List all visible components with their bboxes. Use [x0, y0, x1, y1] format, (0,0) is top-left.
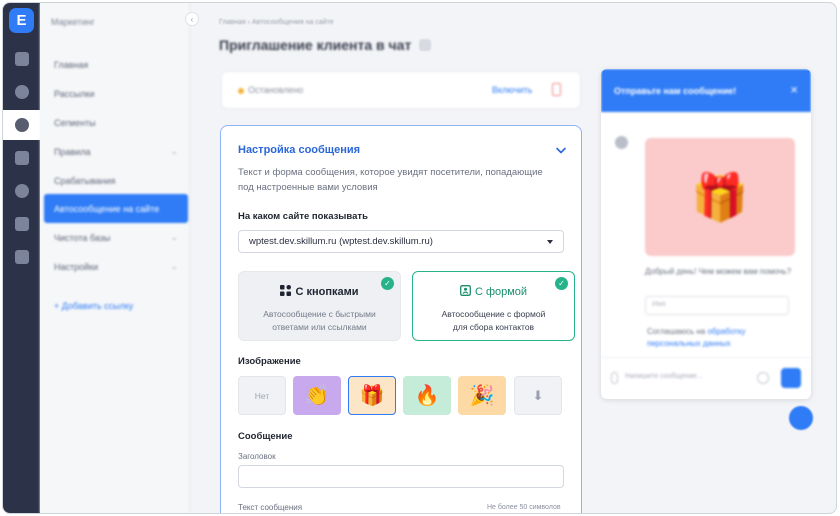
sidebar-item-rules[interactable]: Правила ⌄: [44, 137, 188, 166]
sidebar-item-settings[interactable]: Настройки ⌄: [44, 252, 188, 281]
widget-header: Отправьте нам сообщение! ×: [601, 69, 811, 112]
chevron-down-icon: ⌄: [170, 146, 178, 156]
widget-title: Отправьте нам сообщение!: [614, 86, 737, 96]
edit-title-icon[interactable]: [419, 39, 431, 51]
widget-agree[interactable]: Соглашаюсь на обработку персональных дан…: [647, 326, 795, 350]
trash-icon[interactable]: [552, 83, 561, 96]
chevron-down-icon: ⌄: [170, 261, 178, 271]
target-icon[interactable]: [3, 110, 40, 140]
type-card-buttons[interactable]: С кнопками Автосообщение с быстрыми отве…: [238, 271, 401, 341]
grid-icon: [280, 285, 292, 296]
site-label: На каком сайте показывать: [238, 211, 368, 222]
widget-footer: Напишите сообщение...: [601, 357, 811, 399]
heading-label: Заголовок: [238, 452, 276, 461]
clock-icon[interactable]: [3, 176, 40, 206]
image-option-clap[interactable]: 👏: [293, 376, 341, 415]
message-input[interactable]: Напишите сообщение...: [625, 373, 703, 380]
card-title: Настройка сообщения: [238, 144, 361, 156]
status-dot-icon: [238, 88, 244, 94]
paperclip-icon[interactable]: [611, 372, 618, 384]
message-label: Сообщение: [238, 431, 293, 442]
text-limit: Не более 50 символов: [487, 504, 561, 511]
sidebar: Маркетинг Главная Рассылки Сегменты Прав…: [40, 3, 190, 513]
site-select[interactable]: wptest.dev.skillum.ru (wptest.dev.skillu…: [238, 230, 564, 253]
card-description: Текст и форма сообщения, которое увидят …: [238, 167, 543, 193]
emoji-icon[interactable]: [757, 372, 769, 384]
sidebar-item-automessage[interactable]: Автосообщение на сайте: [44, 194, 188, 223]
widget-name-input[interactable]: Имя: [645, 296, 789, 315]
add-link-button[interactable]: + Добавить ссылку: [54, 301, 133, 311]
form-icon: [459, 285, 471, 296]
sidebar-item-home[interactable]: Главная: [44, 50, 188, 79]
type-description: ответами или ссылками: [272, 321, 367, 332]
image-option-fire[interactable]: 🔥: [403, 376, 451, 415]
app-window: E Маркетинг Главная Рассылки Сегменты Пр…: [2, 2, 837, 514]
avatar: [615, 136, 628, 149]
image-label: Изображение: [238, 356, 301, 367]
image-option-none[interactable]: Нет: [238, 376, 286, 415]
cart-icon[interactable]: [3, 44, 40, 74]
page-title: Приглашение клиента в чат: [219, 37, 412, 53]
check-icon: ✓: [381, 277, 394, 290]
sidebar-item-triggers[interactable]: Срабатывания: [44, 166, 188, 195]
sidebar-item-mailings[interactable]: Рассылки: [44, 79, 188, 108]
status-bar: Остановлено Включить: [221, 71, 581, 109]
close-icon[interactable]: ×: [790, 82, 798, 97]
widget-body: 🎁 Добрый день! Чем можем вам помочь? Имя…: [601, 112, 811, 357]
type-description: для сбора контактов: [452, 321, 535, 332]
send-button[interactable]: [781, 368, 801, 388]
heading-input[interactable]: [238, 465, 564, 488]
chevron-down-icon: ⌄: [170, 232, 178, 242]
upload-icon[interactable]: ⬇: [514, 376, 562, 415]
text-label: Текст сообщения: [238, 503, 303, 512]
chat-icon[interactable]: [3, 209, 40, 239]
type-title: С формой: [474, 286, 528, 298]
caret-down-icon: [547, 240, 553, 244]
widget-picture: 🎁: [645, 138, 795, 256]
type-description: Автосообщение с быстрыми: [263, 309, 376, 319]
chat-launcher-button[interactable]: [789, 406, 813, 430]
chevron-up-icon[interactable]: [554, 143, 568, 157]
chart-icon[interactable]: [3, 143, 40, 173]
type-description: Автосообщение с формой: [441, 309, 546, 319]
type-title: С кнопками: [295, 286, 359, 298]
chat-widget-preview: Отправьте нам сообщение! × 🎁 Добрый день…: [601, 69, 811, 399]
site-select-value: wptest.dev.skillum.ru (wptest.dev.skillu…: [249, 236, 433, 247]
type-card-form[interactable]: С формой Автосообщение с формой для сбор…: [412, 271, 575, 341]
gear-icon[interactable]: [3, 77, 40, 107]
check-icon: ✓: [555, 277, 568, 290]
message-settings-card: Настройка сообщения Текст и форма сообще…: [220, 125, 582, 513]
enable-button[interactable]: Включить: [492, 85, 532, 95]
breadcrumb[interactable]: Главная › Автосообщения на сайте: [219, 19, 334, 26]
sidebar-item-segments[interactable]: Сегменты: [44, 108, 188, 137]
store-icon[interactable]: [3, 242, 40, 272]
widget-greeting: Добрый день! Чем можем вам помочь?: [645, 267, 792, 276]
sidebar-item-database-cleaning[interactable]: Чистота базы ⌄: [44, 223, 188, 252]
image-option-party[interactable]: 🎉: [458, 376, 506, 415]
status-text: Остановлено: [248, 85, 304, 95]
sidebar-title: Маркетинг: [51, 17, 95, 27]
image-option-gift[interactable]: 🎁: [348, 376, 396, 415]
collapse-sidebar-icon[interactable]: ‹: [185, 12, 199, 26]
app-logo[interactable]: E: [9, 8, 34, 33]
icon-rail: E: [3, 3, 40, 513]
